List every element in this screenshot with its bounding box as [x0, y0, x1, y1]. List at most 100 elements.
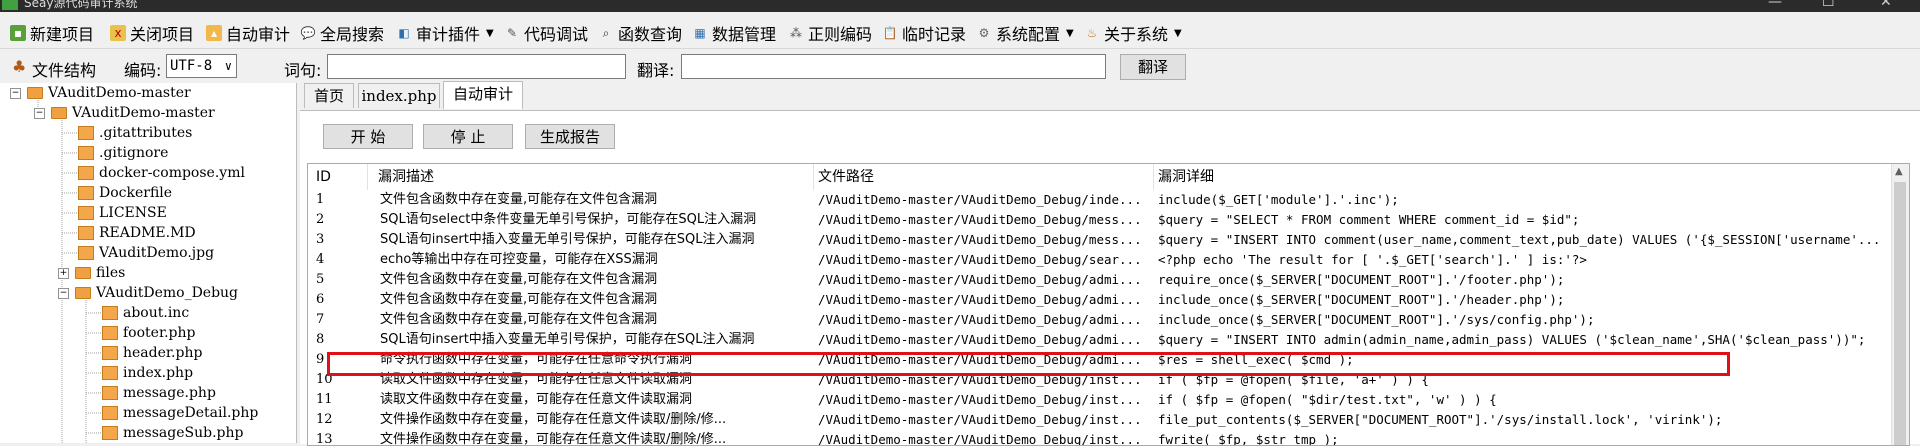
generate-report-button[interactable]: 生成报告 — [525, 124, 615, 149]
row-description: SQL语句select中条件变量无单引号保护，可能存在SQL注入漏洞 — [380, 212, 757, 227]
scroll-up-icon[interactable]: ▲ — [1895, 166, 1903, 177]
folder-icon — [75, 287, 91, 299]
maximize-icon[interactable]: ☐ — [1822, 0, 1835, 9]
file-icon — [102, 366, 118, 380]
row-description: 文件包含函数中存在变量,可能存在文件包含漏洞 — [380, 272, 658, 287]
menu-auto-audit[interactable]: ▴ 自动审计 — [206, 22, 290, 44]
vertical-scrollbar[interactable]: ▲ — [1891, 164, 1909, 445]
menu-global-search-label: 全局搜索 — [320, 25, 385, 44]
table-row[interactable]: 12 文件操作函数中存在变量，可能存在任意文件读取/删除/修... /VAudi… — [308, 410, 1891, 430]
chevron-down-icon: ▼ — [1066, 27, 1074, 39]
file-icon — [78, 186, 94, 200]
tree-item-folder[interactable]: − VAuditDemo-master — [10, 83, 191, 103]
file-icon — [78, 146, 94, 160]
row-path: /VAuditDemo-master/VAuditDemo_Debug/inde… — [818, 192, 1142, 207]
menu-data-manage[interactable]: ▦ 数据管理 — [692, 22, 776, 44]
scrollbar-thumb[interactable] — [1894, 182, 1906, 445]
tree-item-label: header.php — [123, 345, 203, 361]
tree-item-file[interactable]: LICENSE — [78, 203, 167, 223]
collapse-icon[interactable]: − — [58, 287, 69, 299]
auto-audit-icon: ▴ — [206, 25, 222, 41]
tree-item-file[interactable]: header.php — [102, 343, 202, 363]
tree-item-file[interactable]: index.php — [102, 363, 193, 383]
table-row[interactable]: 7 文件包含函数中存在变量,可能存在文件包含漏洞 /VAuditDemo-mas… — [308, 310, 1891, 330]
column-header-desc[interactable]: 漏洞描述 — [370, 164, 814, 190]
tree-item-file[interactable]: Dockerfile — [78, 183, 172, 203]
translate-label: 翻译: — [637, 61, 675, 80]
row-path: /VAuditDemo-master/VAuditDemo_Debug/admi… — [818, 292, 1142, 307]
tab-auto-audit[interactable]: 自动审计 — [443, 81, 523, 109]
collapse-icon[interactable]: − — [34, 107, 45, 119]
tree-item-file[interactable]: messageDetail.php — [102, 403, 258, 423]
tree-item-label: .gitignore — [99, 145, 169, 161]
auto-audit-panel: 开 始 停 止 生成报告 ID 漏洞描述 文件路径 漏洞详细 1 文件包含函数中… — [300, 110, 1920, 446]
tree-item-label: VAuditDemo.jpg — [99, 245, 215, 261]
tree-item-folder[interactable]: − VAuditDemo_Debug — [58, 283, 238, 303]
table-row[interactable]: 5 文件包含函数中存在变量,可能存在文件包含漏洞 /VAuditDemo-mas… — [308, 270, 1891, 290]
table-row[interactable]: 11 读取文件函数中存在变量，可能存在任意文件读取漏洞 /VAuditDemo-… — [308, 390, 1891, 410]
menu-new-project[interactable]: ▪ 新建项目 — [10, 22, 94, 44]
table-row[interactable]: 10 读取文件函数中存在变量，可能存在任意文件读取漏洞 /VAuditDemo-… — [308, 370, 1891, 390]
tree-item-file[interactable]: .gitattributes — [78, 123, 192, 143]
row-detail: include_once($_SERVER["DOCUMENT_ROOT"].'… — [1158, 292, 1565, 307]
close-icon[interactable]: ✕ — [1880, 0, 1892, 9]
column-header-path[interactable]: 文件路径 — [810, 164, 1154, 190]
menu-regex-encode[interactable]: ⁂ 正则编码 — [788, 22, 872, 44]
tree-item-file[interactable]: VAuditDemo.jpg — [78, 243, 214, 263]
data-manage-icon: ▦ — [694, 26, 706, 40]
column-header-id[interactable]: ID — [308, 164, 368, 190]
tab-strip: 首页 index.php 自动审计 — [300, 81, 1920, 111]
table-row[interactable]: 2 SQL语句select中条件变量无单引号保护，可能存在SQL注入漏洞 /VA… — [308, 210, 1891, 230]
row-detail: $query = "INSERT INTO comment(user_name,… — [1158, 232, 1881, 247]
table-row[interactable]: 13 文件操作函数中存在变量，可能存在任意文件读取/删除/修... /VAudi… — [308, 430, 1891, 446]
tree-item-file[interactable]: messageSub.php — [102, 423, 243, 443]
tree-item-folder[interactable]: + files — [58, 263, 125, 283]
tree-item-file[interactable]: about.inc — [102, 303, 189, 323]
plugin-icon: ◧ — [398, 26, 410, 40]
chevron-down-icon: ▼ — [1174, 27, 1182, 39]
encoding-select[interactable]: UTF-8 ∨ — [166, 54, 237, 78]
menu-function-search[interactable]: ⌕ 函数查询 — [598, 22, 682, 44]
tree-item-file[interactable]: README.MD — [78, 223, 196, 243]
expand-icon[interactable]: + — [58, 267, 69, 279]
tree-item-label: .gitattributes — [99, 125, 193, 141]
tree-item-file[interactable]: message.php — [102, 383, 216, 403]
tab-index-php[interactable]: index.php — [358, 83, 440, 108]
tree-item-label: message.php — [123, 385, 216, 401]
table-row[interactable]: 3 SQL语句insert中插入变量无单引号保护，可能存在SQL注入漏洞 /VA… — [308, 230, 1891, 250]
menu-system-config[interactable]: ⚙ 系统配置 ▼ — [976, 22, 1074, 44]
tree-item-file[interactable]: footer.php — [102, 323, 196, 343]
stop-button[interactable]: 停 止 — [423, 124, 513, 149]
minimize-icon[interactable]: — — [1768, 0, 1782, 9]
vulnerability-table[interactable]: ID 漏洞描述 文件路径 漏洞详细 1 文件包含函数中存在变量,可能存在文件包含… — [307, 163, 1910, 446]
app-logo-icon — [2, 0, 18, 10]
row-path: /VAuditDemo-master/VAuditDemo_Debug/inst… — [818, 432, 1142, 446]
table-row[interactable]: 8 SQL语句insert中插入变量无单引号保护，可能存在SQL注入漏洞 /VA… — [308, 330, 1891, 350]
encoding-select-value: UTF-8 — [170, 58, 213, 74]
folder-icon — [75, 267, 91, 279]
collapse-icon[interactable]: − — [10, 87, 21, 99]
menu-audit-plugins[interactable]: ◧ 审计插件 ▼ — [396, 22, 493, 44]
menu-about[interactable]: ♨ 关于系统 ▼ — [1084, 22, 1182, 44]
start-button[interactable]: 开 始 — [323, 124, 413, 149]
table-row-highlighted[interactable]: 9 命令执行函数中存在变量，可能存在任意命令执行漏洞 /VAuditDemo-m… — [308, 350, 1891, 370]
menu-audit-plugins-label: 审计插件 — [416, 25, 481, 44]
column-header-detail[interactable]: 漏洞详细 — [1150, 164, 1891, 190]
file-icon — [102, 386, 118, 400]
menu-code-debug[interactable]: ✎ 代码调试 — [504, 22, 588, 44]
translate-input[interactable] — [681, 54, 1106, 79]
menu-global-search[interactable]: 💬 全局搜索 — [300, 22, 385, 44]
tree-item-file[interactable]: .gitignore — [78, 143, 168, 163]
keyword-input[interactable] — [327, 54, 626, 79]
tree-item-file[interactable]: docker-compose.yml — [78, 163, 245, 183]
table-row[interactable]: 1 文件包含函数中存在变量,可能存在文件包含漏洞 /VAuditDemo-mas… — [308, 190, 1891, 210]
tab-home[interactable]: 首页 — [304, 83, 354, 108]
menu-close-project[interactable]: x 关闭项目 — [110, 22, 194, 44]
row-detail: include($_GET['module'].'.inc'); — [1158, 192, 1399, 207]
tree-item-label: files — [96, 265, 126, 281]
tree-item-folder[interactable]: − VAuditDemo-master — [34, 103, 215, 123]
table-row[interactable]: 4 echo等输出中存在可控变量，可能存在XSS漏洞 /VAuditDemo-m… — [308, 250, 1891, 270]
translate-button[interactable]: 翻译 — [1120, 54, 1186, 80]
menu-temp-record[interactable]: 📋 临时记录 — [882, 22, 967, 44]
table-row[interactable]: 6 文件包含函数中存在变量,可能存在文件包含漏洞 /VAuditDemo-mas… — [308, 290, 1891, 310]
